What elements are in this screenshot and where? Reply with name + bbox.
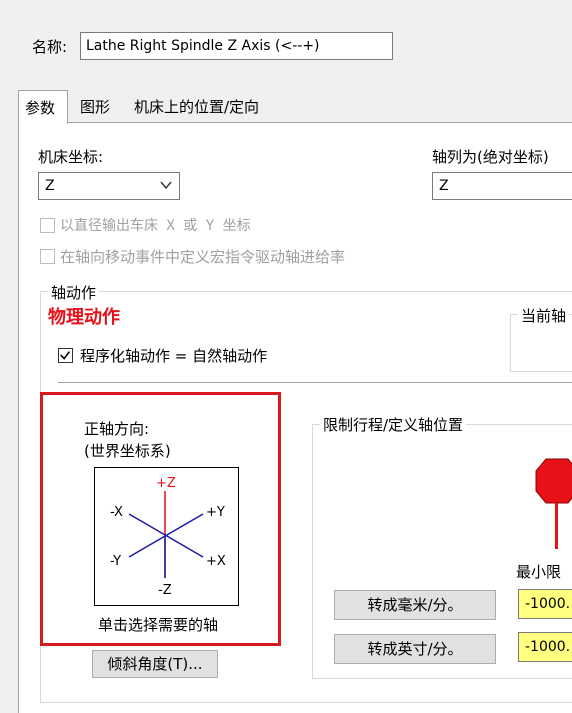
min-limit-label: 最小限 [516, 563, 562, 581]
physical-motion-label: 物理动作 [48, 307, 120, 328]
tab-parameters[interactable]: 参数 [18, 90, 68, 124]
convert-inch-button[interactable]: 转成英寸/分。 [334, 634, 496, 664]
name-input[interactable]: Lathe Right Spindle Z Axis (<--+) [80, 32, 393, 60]
axis-py-label[interactable]: +Y [206, 505, 225, 520]
programmed-motion-checkbox[interactable] [58, 348, 73, 363]
min-limit-input-1[interactable]: -1000. [518, 589, 572, 619]
axis-column-label: 轴列为(绝对坐标) [432, 148, 549, 166]
limits-group-title: 限制行程/定义轴位置 [320, 414, 467, 435]
diameter-output-label: 以直径输出车床 X 或 Y 坐标 [60, 218, 251, 234]
axis-column-input[interactable]: Z [432, 172, 572, 200]
min-limit-input-2[interactable]: -1000. [518, 632, 572, 662]
macro-feedrate-checkbox[interactable] [40, 249, 55, 264]
macro-feedrate-label: 在轴向移动事件中定义宏指令驱动轴进给率 [60, 248, 346, 266]
world-coord-label: (世界坐标系) [84, 442, 171, 460]
current-axis-label: 当前轴 [518, 305, 570, 326]
axis-mz-label[interactable]: -Z [158, 583, 172, 598]
convert-mm-button[interactable]: 转成毫米/分。 [334, 590, 496, 620]
axis-pz-label[interactable]: +Z [156, 476, 176, 491]
positive-direction-label: 正轴方向: [84, 420, 150, 438]
axis-motion-group-title: 轴动作 [48, 282, 100, 303]
machine-coord-label: 机床坐标: [38, 148, 104, 166]
axis-motion-separator [58, 382, 572, 383]
axis-selector[interactable]: +Z -Z -X +Y -Y +X [94, 467, 239, 606]
name-label: 名称: [32, 38, 68, 56]
diameter-output-checkbox[interactable] [40, 218, 55, 233]
machine-coord-value: Z [45, 178, 55, 194]
axis-my-label[interactable]: -Y [110, 554, 121, 569]
stop-sign-icon [535, 458, 572, 549]
programmed-motion-label: 程序化轴动作 = 自然轴动作 [80, 347, 268, 365]
tilt-angle-button[interactable]: 倾斜角度(T)... [92, 650, 218, 678]
axis-px-label[interactable]: +X [206, 554, 226, 569]
axis-column-value: Z [439, 178, 449, 194]
tab-machine-position[interactable]: 机床上的位置/定向 [128, 92, 265, 122]
checkmark-icon [60, 351, 71, 360]
select-axis-hint: 单击选择需要的轴 [98, 616, 219, 634]
chevron-down-icon [160, 181, 172, 190]
tab-graphics[interactable]: 图形 [74, 92, 116, 122]
machine-coord-select[interactable]: Z [38, 172, 180, 200]
axis-mx-label[interactable]: -X [110, 505, 123, 520]
